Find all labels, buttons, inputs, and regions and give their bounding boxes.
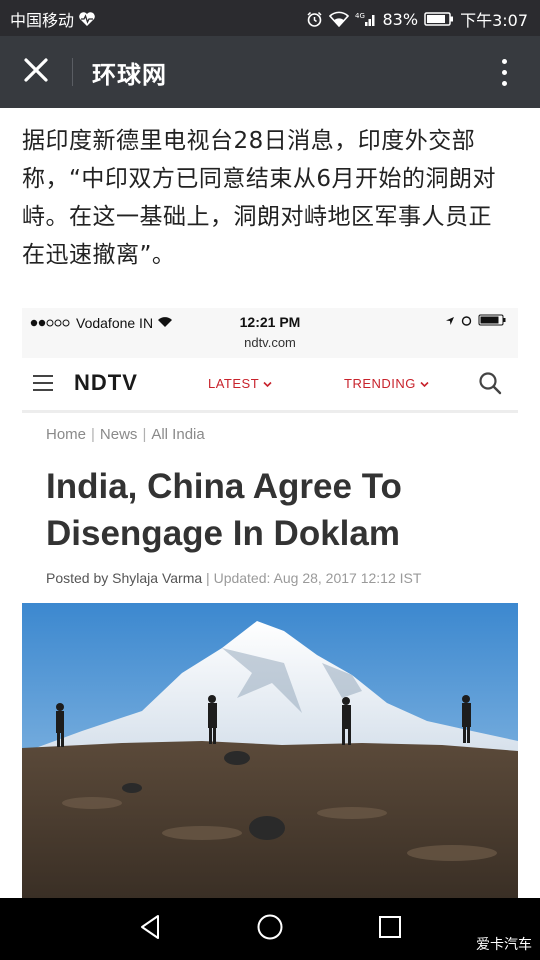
title-bar: 环球网 xyxy=(0,36,540,108)
search-icon[interactable] xyxy=(478,371,502,399)
hamburger-icon[interactable] xyxy=(33,375,53,391)
headline-line: India, China Agree To xyxy=(46,467,402,506)
more-options-button[interactable] xyxy=(486,52,522,92)
title-divider xyxy=(72,58,73,86)
headline-line: Disengage In Doklam xyxy=(46,514,400,553)
article-headline: India, China Agree To Disengage In Dokla… xyxy=(46,463,506,557)
back-button[interactable] xyxy=(130,912,170,946)
embedded-time: 12:21 PM xyxy=(239,314,301,330)
embedded-status-bar: Vodafone IN 12:21 PM ndtv.com xyxy=(22,308,518,358)
article-paragraph: 据印度新德里电视台28日消息，印度外交部 称，“中印双方已同意结束从6月开始的洞… xyxy=(22,122,522,274)
latest-menu[interactable]: LATEST xyxy=(208,376,272,391)
article-line: 称，“中印双方已同意结束从6月开始的洞朗对 xyxy=(22,166,497,192)
home-button[interactable] xyxy=(250,912,290,946)
embedded-alarm-icon xyxy=(461,314,472,329)
page-title: 环球网 xyxy=(92,61,167,89)
heart-monitor-icon xyxy=(78,11,96,27)
status-right: 4G 83% 下午3:07 xyxy=(306,7,528,31)
latest-label: LATEST xyxy=(208,376,259,391)
chevron-down-icon xyxy=(420,376,429,391)
article-line: 峙。在这一基础上，洞朗对峙地区军事人员正 xyxy=(22,204,492,230)
svg-text:4G: 4G xyxy=(355,12,365,20)
system-navigation-bar: 爱卡汽车 xyxy=(0,898,540,960)
article-line: 据印度新德里电视台28日消息，印度外交部 xyxy=(22,128,476,154)
byline-author: Posted by Shylaja Varma xyxy=(46,570,203,586)
back-icon xyxy=(139,914,161,944)
battery-percent: 83% xyxy=(382,9,419,29)
chevron-down-icon xyxy=(263,376,272,391)
embedded-status-right xyxy=(445,314,508,329)
watermark-text: 爱卡汽车 xyxy=(476,937,532,953)
breadcrumb-news[interactable]: News xyxy=(100,426,138,443)
carrier-label: 中国移动 xyxy=(10,11,75,30)
home-icon xyxy=(256,913,284,945)
breadcrumb: Home | News | All India xyxy=(46,426,205,443)
signal-4g-icon: 4G xyxy=(355,11,377,27)
status-bar: 中国移动 4G 83% 下午3:07 xyxy=(0,0,540,36)
embedded-battery-icon xyxy=(478,314,508,329)
trending-label: TRENDING xyxy=(344,376,416,391)
recents-icon xyxy=(378,915,402,943)
status-left: 中国移动 xyxy=(10,7,96,31)
close-button[interactable] xyxy=(14,50,58,94)
doklam-mountain-photo xyxy=(22,603,518,898)
battery-icon xyxy=(424,11,454,27)
byline-updated: Updated: Aug 28, 2017 12:12 IST xyxy=(213,570,422,586)
more-vertical-icon xyxy=(501,58,507,64)
breadcrumb-home[interactable]: Home xyxy=(46,426,86,443)
close-icon xyxy=(23,57,49,87)
embedded-url: ndtv.com xyxy=(244,335,296,350)
status-time: 下午3:07 xyxy=(460,11,528,30)
trending-menu[interactable]: TRENDING xyxy=(344,376,429,391)
wifi-icon xyxy=(328,11,349,27)
embedded-screenshot-image[interactable]: Vodafone IN 12:21 PM ndtv.com NDTV LATES… xyxy=(22,308,518,898)
recents-button[interactable] xyxy=(370,912,410,946)
location-arrow-icon xyxy=(445,314,455,329)
alarm-icon xyxy=(306,11,323,28)
breadcrumb-all-india[interactable]: All India xyxy=(151,426,204,443)
byline: Posted by Shylaja Varma | Updated: Aug 2… xyxy=(46,570,422,586)
ndtv-logo[interactable]: NDTV xyxy=(74,370,138,396)
ndtv-navbar: NDTV LATEST TRENDING xyxy=(22,358,518,413)
article-line: 在迅速撤离”。 xyxy=(22,242,176,268)
